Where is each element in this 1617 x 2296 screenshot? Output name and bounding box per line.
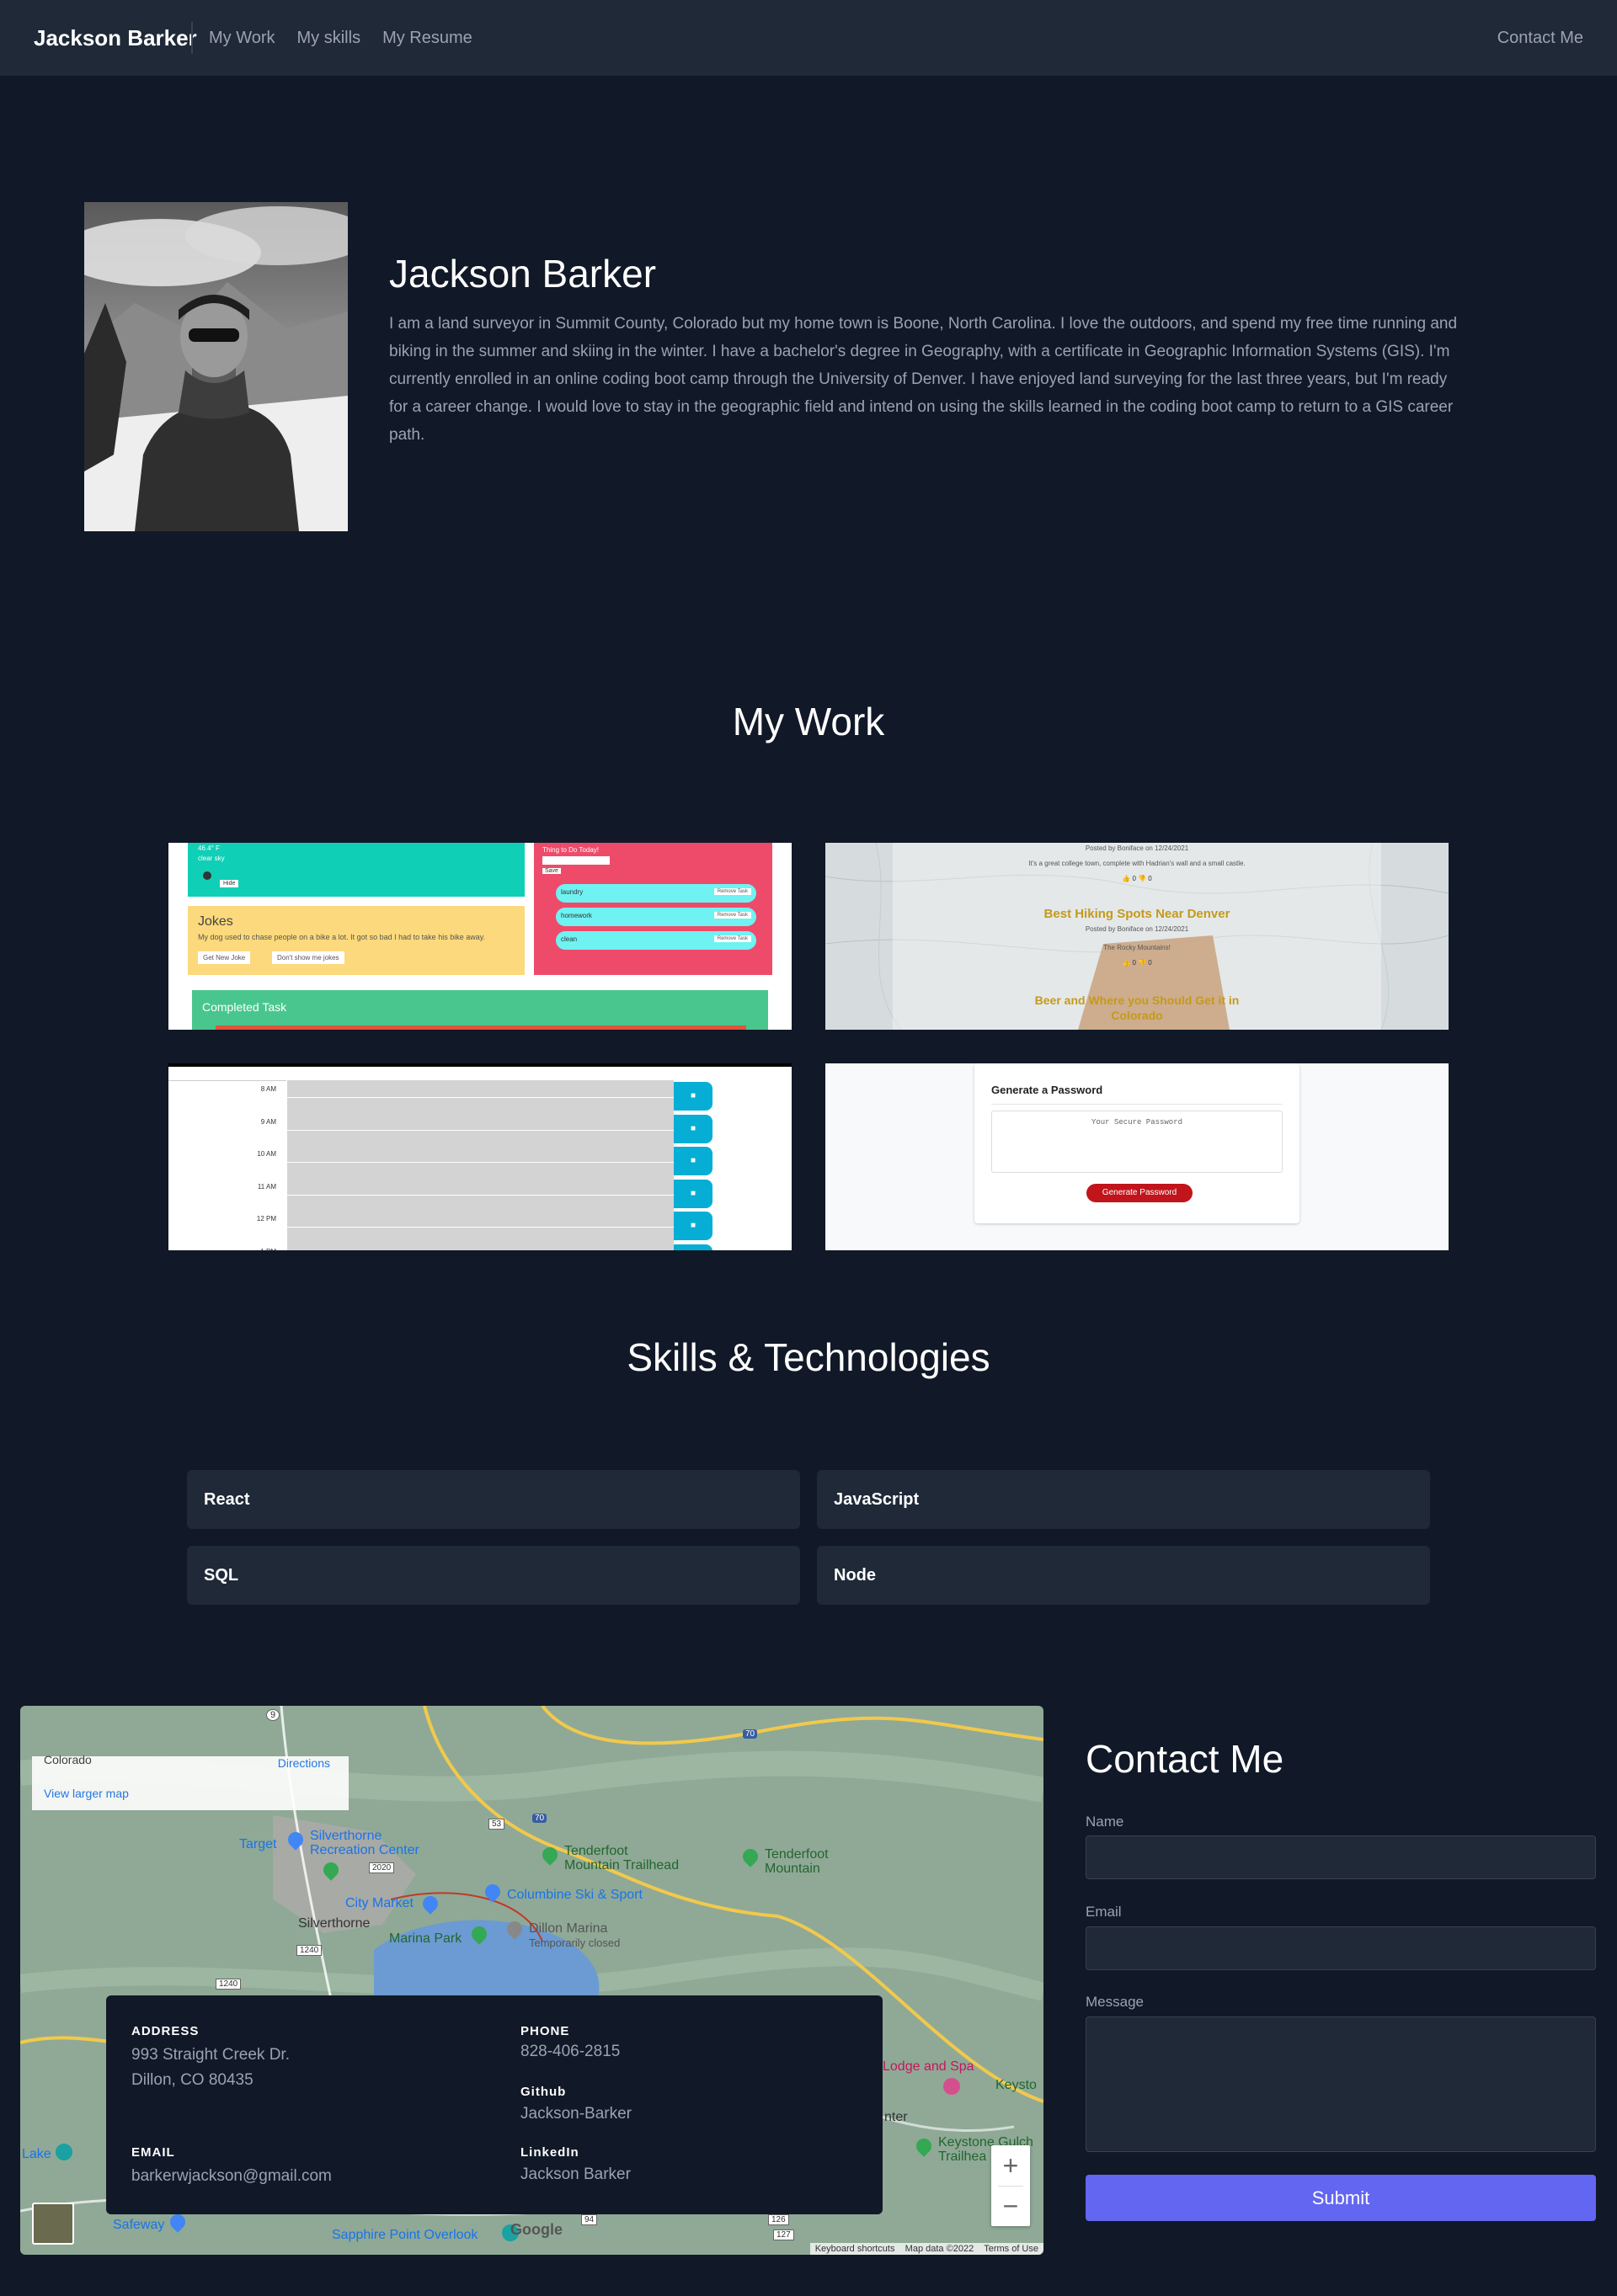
skills-title: Skills & Technologies — [627, 1335, 990, 1379]
weather-panel: 46.4° F clear sky Hide — [188, 843, 525, 897]
scheduler-save-lock-icon[interactable]: ■ — [674, 1212, 712, 1240]
project-card-password[interactable]: Generate a Password Your Secure Password… — [825, 1063, 1449, 1250]
google-logo: Google — [510, 2221, 563, 2238]
brand-name[interactable]: Jackson Barker — [34, 0, 197, 76]
nav-links: My Work My skills My Resume — [209, 0, 472, 76]
scheduler-save-lock-icon[interactable]: ■ — [674, 1179, 712, 1208]
hero-name: Jackson Barker — [389, 252, 657, 296]
name-input[interactable] — [1086, 1835, 1596, 1879]
password-output: Your Secure Password — [991, 1111, 1283, 1173]
skill-sql: SQL — [187, 1546, 800, 1605]
scheduler-hour-label: 12 PM — [256, 1215, 276, 1223]
my-work-title: My Work — [732, 700, 885, 743]
lake-pin-icon[interactable] — [56, 2144, 72, 2160]
project-card-blog[interactable]: Posted by Boniface on 12/24/2021 It's a … — [825, 843, 1449, 1030]
project-card-todo[interactable]: 46.4° F clear sky Hide Jokes My dog used… — [168, 843, 792, 1030]
nav-link-contact-me[interactable]: Contact Me — [1497, 0, 1583, 76]
address-label: ADDRESS — [131, 2024, 200, 2038]
top-navbar: Jackson Barker My Work My skills My Resu… — [0, 0, 1617, 76]
scheduler-save-lock-icon[interactable]: ■ — [674, 1147, 712, 1175]
map-attribution[interactable]: Keyboard shortcuts Map data ©2022 Terms … — [809, 2243, 1043, 2255]
zoom-in-button[interactable]: + — [991, 2145, 1030, 2186]
github-label: Github — [520, 2085, 567, 2099]
scheduler-row-divider — [287, 1097, 674, 1098]
name-label: Name — [1086, 1814, 1124, 1830]
profile-photo — [84, 202, 348, 531]
email-input[interactable] — [1086, 1926, 1596, 1970]
scheduler-hour-label: 10 AM — [257, 1150, 276, 1158]
completed-panel: Completed Task — [192, 990, 768, 1030]
map-place-card: Colorado Directions View larger map — [32, 1753, 349, 1810]
linkedin-value[interactable]: Jackson Barker — [520, 2162, 631, 2187]
scheduler-save-lock-icon[interactable]: ■ — [674, 1244, 712, 1250]
scheduler-hour-label: 1 PM — [168, 1248, 276, 1251]
github-value[interactable]: Jackson-Barker — [520, 2102, 632, 2127]
submit-button[interactable]: Submit — [1086, 2175, 1596, 2221]
password-card: Generate a Password Your Secure Password… — [974, 1063, 1299, 1223]
todo-panel: Thing to Do Today! Save laundry Remove T… — [534, 843, 772, 975]
nav-divider — [191, 22, 193, 54]
email-value[interactable]: barkerwjackson@gmail.com — [131, 2164, 332, 2189]
scheduler-row-divider — [287, 1227, 674, 1228]
scheduler-hour-label: 11 AM — [257, 1182, 276, 1191]
message-label: Message — [1086, 1994, 1144, 2010]
scheduler-row-divider — [287, 1194, 674, 1196]
nav-link-my-skills[interactable]: My skills — [297, 29, 361, 48]
nav-link-my-work[interactable]: My Work — [209, 29, 275, 48]
skill-react: React — [187, 1470, 800, 1529]
weather-icon — [203, 871, 211, 880]
nav-link-my-resume[interactable]: My Resume — [382, 29, 472, 48]
zoom-out-button[interactable]: − — [991, 2186, 1030, 2226]
scheduler-hour-label: 8 AM — [260, 1085, 276, 1093]
scheduler-hour-label: 9 AM — [260, 1117, 276, 1126]
satellite-toggle[interactable] — [32, 2203, 74, 2245]
email-label: EMAIL — [131, 2145, 175, 2160]
generate-password-button[interactable]: Generate Password — [1086, 1184, 1193, 1202]
skill-javascript: JavaScript — [817, 1470, 1430, 1529]
phone-label: PHONE — [520, 2024, 570, 2038]
jokes-panel: Jokes My dog used to chase people on a b… — [188, 906, 525, 975]
address-line-1: 993 Straight Creek Dr. — [131, 2046, 290, 2064]
contact-title: Contact Me — [1086, 1737, 1284, 1781]
skill-node: Node — [817, 1546, 1430, 1605]
zoom-controls: + − — [991, 2145, 1030, 2226]
project-card-scheduler[interactable]: 8 AM ■ 9 AM ■ 10 AM ■ 11 AM ■ 12 PM ■ 1 PM ■ — [168, 1063, 792, 1250]
todo-input[interactable] — [542, 856, 610, 865]
contact-info-card: ADDRESS 993 Straight Creek Dr. Dillon, C… — [106, 1995, 883, 2214]
scheduler-save-lock-icon[interactable]: ■ — [674, 1082, 712, 1111]
scheduler-row-divider — [287, 1162, 674, 1163]
linkedin-label: LinkedIn — [520, 2145, 579, 2160]
hotel-pin-icon[interactable] — [943, 2078, 960, 2095]
email-field-label: Email — [1086, 1904, 1122, 1920]
view-larger-map-link[interactable]: View larger map — [44, 1787, 129, 1800]
hero-bio: I am a land surveyor in Summit County, C… — [389, 315, 1458, 444]
message-textarea[interactable] — [1086, 2016, 1596, 2152]
scheduler-save-lock-icon[interactable]: ■ — [674, 1114, 712, 1143]
scheduler-row-divider — [287, 1129, 674, 1131]
address-line-2: Dillon, CO 80435 — [131, 2071, 253, 2089]
phone-value[interactable]: 828-406-2815 — [520, 2039, 620, 2064]
map-directions-link[interactable]: Directions — [278, 1756, 330, 1770]
